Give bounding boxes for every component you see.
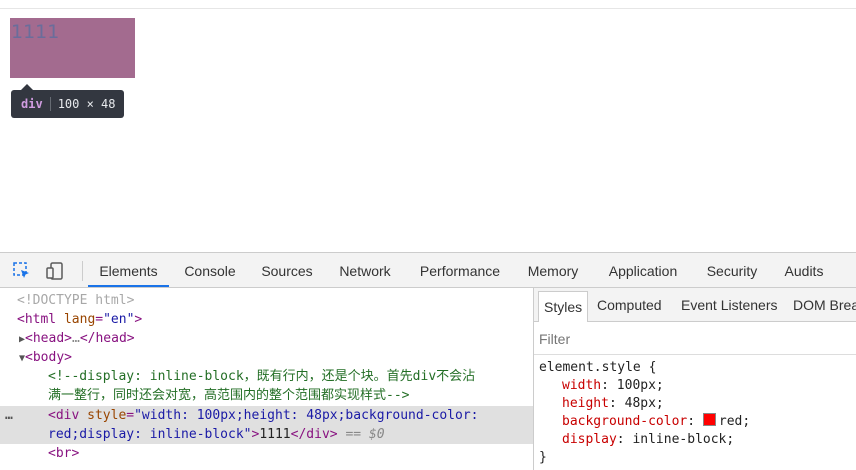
- devtools-panel: Elements Console Sources Network Perform…: [0, 252, 856, 470]
- style-prop-height[interactable]: height: 48px;: [562, 395, 664, 413]
- style-prop-background-color[interactable]: background-color: red;: [562, 413, 750, 431]
- device-toolbar-icon[interactable]: [45, 261, 65, 281]
- tab-network[interactable]: Network: [333, 253, 397, 287]
- toolbar-separator: [82, 261, 83, 281]
- subtab-event-listeners[interactable]: Event Listeners: [681, 288, 778, 321]
- tab-audits[interactable]: Audits: [779, 253, 829, 287]
- page-viewport: 1111 div 100 × 48: [0, 9, 856, 252]
- style-prop-width[interactable]: width: 100px;: [562, 377, 664, 395]
- dom-comment-line-2[interactable]: 满一整行，同时还会对宽，高范围内的整个范围都实现样式-->: [48, 386, 409, 405]
- dom-selected-div-row[interactable]: … <div style="width: 100px;height: 48px;…: [0, 406, 533, 425]
- tooltip-size: 100 × 48: [57, 97, 116, 111]
- tab-performance[interactable]: Performance: [414, 253, 506, 287]
- tab-elements[interactable]: Elements: [88, 253, 169, 287]
- styles-subtabs: Styles Computed Event Listeners DOM Brea: [534, 288, 856, 322]
- elements-dom-tree: <!DOCTYPE html> <html lang="en"> ▶<head>…: [0, 288, 533, 470]
- tab-memory[interactable]: Memory: [522, 253, 584, 287]
- demo-div-box[interactable]: 1111: [10, 18, 135, 78]
- subtab-styles[interactable]: Styles: [538, 291, 589, 322]
- dom-doctype[interactable]: <!DOCTYPE html>: [17, 291, 134, 310]
- tab-application[interactable]: Application: [601, 253, 685, 287]
- dom-selected-div-row-cont[interactable]: red;display: inline-block">1111</div> ==…: [0, 425, 533, 444]
- style-close-brace: }: [539, 450, 547, 465]
- subtab-dom-breakpoints[interactable]: DOM Brea: [793, 288, 856, 321]
- dom-head[interactable]: ▶<head>…</head>: [19, 329, 135, 348]
- styles-filter-input[interactable]: Filter: [539, 331, 570, 347]
- tooltip-tag: div: [21, 97, 43, 111]
- devtools-toolbar: Elements Console Sources Network Perform…: [0, 253, 856, 288]
- style-prop-display[interactable]: display: inline-block;: [562, 431, 734, 449]
- filter-divider: [534, 354, 856, 355]
- styles-sidebar: Styles Computed Event Listeners DOM Brea…: [534, 288, 856, 470]
- inspect-element-icon[interactable]: [12, 261, 32, 281]
- color-swatch-icon[interactable]: [702, 413, 716, 426]
- subtab-computed[interactable]: Computed: [597, 288, 662, 321]
- dom-body[interactable]: ▼<body>: [19, 348, 72, 367]
- tab-security[interactable]: Security: [701, 253, 763, 287]
- dom-comment-line-1[interactable]: <!--display: inline-block，既有行内，还是个块。首先di…: [48, 367, 475, 386]
- browser-top-edge: [0, 0, 856, 9]
- tooltip-separator: [49, 97, 51, 111]
- tab-sources[interactable]: Sources: [256, 253, 318, 287]
- dom-html-open[interactable]: <html lang="en">: [17, 310, 142, 329]
- tab-console[interactable]: Console: [180, 253, 240, 287]
- demo-div-text: 1111: [11, 21, 60, 43]
- element-style-selector: element.style {: [539, 360, 657, 375]
- more-actions-icon[interactable]: …: [5, 406, 13, 425]
- dom-br[interactable]: <br>: [48, 444, 79, 463]
- element-inspect-tooltip: div 100 × 48: [11, 84, 125, 118]
